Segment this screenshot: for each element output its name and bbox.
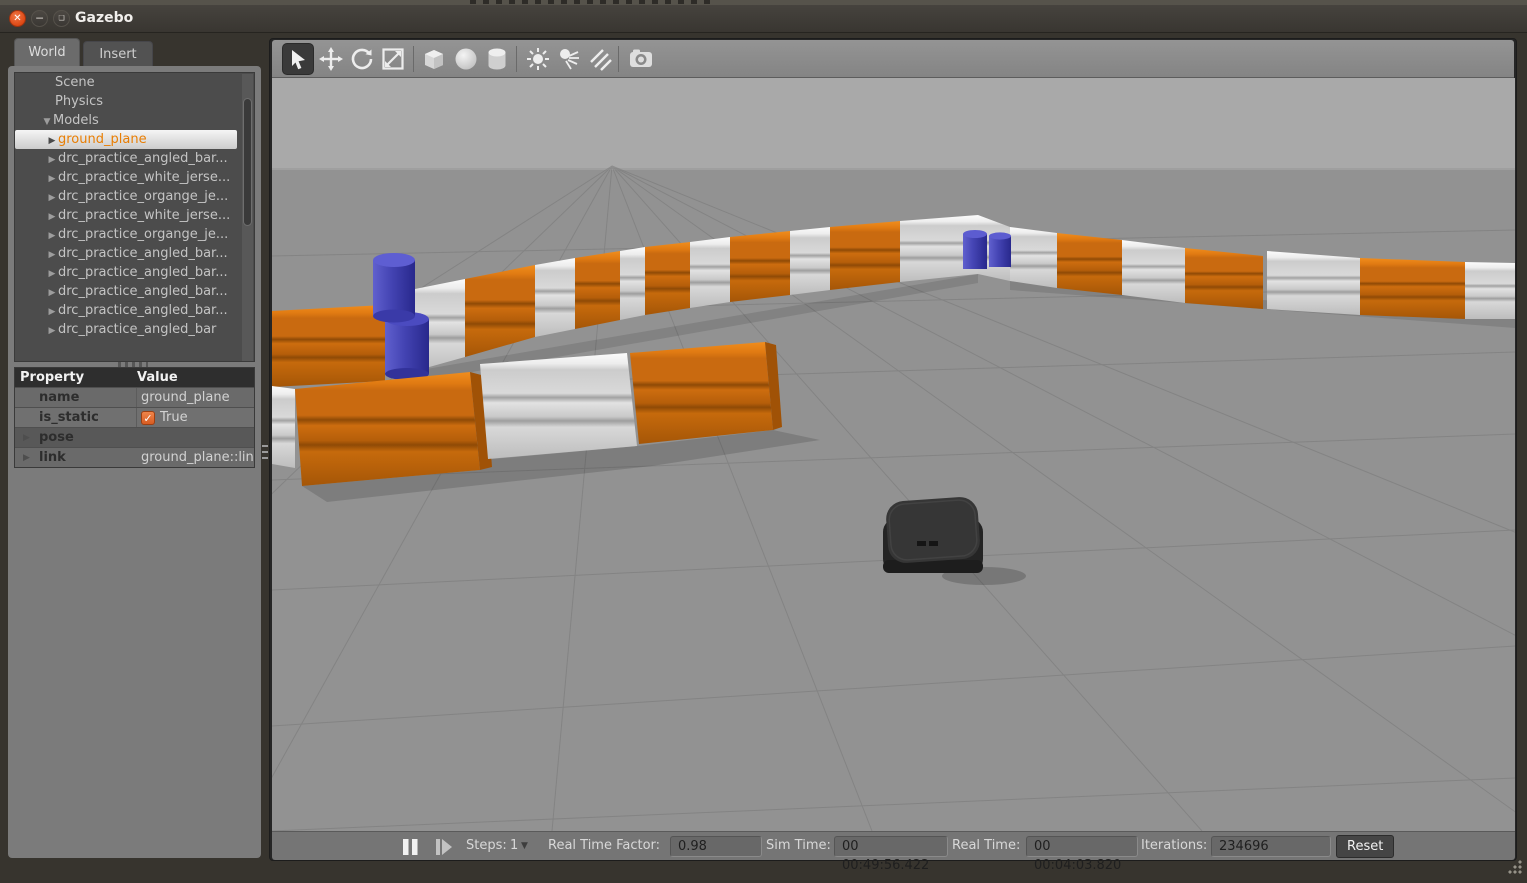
real-time-value: 00 00:04:03.820 (1026, 836, 1138, 857)
property-table: Property Value name ground_plane is_stat… (14, 367, 255, 468)
is-static-checkbox[interactable]: ✓ (141, 411, 155, 425)
collapsed-arrow-icon[interactable]: ▶ (46, 322, 58, 341)
toolbar-separator (618, 46, 619, 72)
insert-sphere-button[interactable] (450, 43, 482, 75)
tree-item-models[interactable]: ▼Models (15, 111, 254, 130)
scene-3d (272, 78, 1515, 831)
scale-icon (381, 47, 405, 71)
window-resize-grip[interactable] (1504, 856, 1524, 876)
steps-label: Steps: (466, 838, 507, 853)
iterations-label: Iterations: (1141, 838, 1207, 853)
jersey-barrier-left[interactable] (272, 305, 385, 387)
tree-item-ground-plane[interactable]: ▶ground_plane (15, 130, 237, 149)
sphere-icon (453, 46, 479, 72)
cylinder-icon (484, 46, 510, 72)
window-title: Gazebo (75, 10, 133, 26)
background-window-text-fragment (470, 0, 710, 4)
spot-light-button[interactable] (553, 43, 585, 75)
model-tree: Scene Physics ▼Models ▶ground_plane ▶drc… (14, 72, 255, 362)
left-panel: World Insert Scene Physics ▼Models ▶grou… (8, 66, 261, 858)
scale-tool-button[interactable] (377, 43, 409, 75)
rotate-icon (350, 47, 374, 71)
toolbar-separator (413, 46, 414, 72)
tree-item-scene[interactable]: Scene (15, 73, 254, 92)
title-bar[interactable]: ✕ ─ ❑ Gazebo (0, 5, 1527, 33)
tree-item-model[interactable]: ▶drc_practice_angled_bar... (15, 244, 254, 263)
property-row-is-static: is_static ✓True (15, 407, 254, 427)
tree-item-model[interactable]: ▶drc_practice_angled_bar... (15, 263, 254, 282)
gazebo-window: { "titlebar": { "title": "Gazebo" }, "pa… (0, 0, 1527, 883)
property-column-header: Property (15, 368, 137, 387)
view-toolbar (272, 40, 1514, 78)
point-light-button[interactable] (522, 43, 554, 75)
select-arrow-icon (287, 48, 309, 70)
property-row-pose[interactable]: ▶ pose (15, 427, 254, 447)
rotate-tool-button[interactable] (346, 43, 378, 75)
sim-time-label: Sim Time: (766, 838, 831, 853)
pause-button[interactable] (402, 839, 419, 855)
select-tool-button[interactable] (282, 43, 314, 75)
tab-insert[interactable]: Insert (83, 41, 153, 66)
insert-box-button[interactable] (418, 43, 450, 75)
tree-item-model[interactable]: ▶drc_practice_angled_bar (15, 320, 254, 339)
blue-cylinder-pair-distant[interactable] (963, 230, 1011, 269)
rtf-label: Real Time Factor: (548, 838, 660, 853)
screenshot-button[interactable] (625, 43, 657, 75)
point-light-icon (525, 46, 551, 72)
render-canvas[interactable] (272, 78, 1515, 831)
tree-item-model[interactable]: ▶drc_practice_organge_je... (15, 187, 254, 206)
camera-icon (628, 46, 654, 72)
tree-item-physics[interactable]: Physics (15, 92, 254, 111)
reset-button[interactable]: Reset (1336, 835, 1394, 858)
directional-light-button[interactable] (584, 43, 616, 75)
step-button[interactable] (436, 839, 454, 855)
rtf-value: 0.98 (670, 836, 762, 857)
collapsed-arrow-icon[interactable]: ▶ (23, 448, 30, 468)
steps-dropdown-icon[interactable]: ▼ (521, 841, 528, 851)
tree-item-model[interactable]: ▶drc_practice_angled_bar... (15, 149, 254, 168)
simulation-status-bar: Steps: 1 ▼ Real Time Factor: 0.98 Sim Ti… (272, 831, 1515, 860)
collapsed-arrow-icon[interactable]: ▶ (23, 428, 30, 448)
property-row-name: name ground_plane (15, 387, 254, 407)
property-table-header: Property Value (15, 368, 254, 387)
property-row-link[interactable]: ▶ link ground_plane::link (15, 447, 254, 467)
real-time-label: Real Time: (952, 838, 1020, 853)
tree-item-model[interactable]: ▶drc_practice_angled_bar... (15, 301, 254, 320)
sim-time-value: 00 00:49:56.422 (834, 836, 948, 857)
steps-value[interactable]: 1 (510, 838, 518, 853)
maximize-icon[interactable]: ❑ (53, 10, 70, 27)
tree-item-model[interactable]: ▶drc_practice_angled_bar... (15, 282, 254, 301)
tree-scrollbar-thumb[interactable] (243, 98, 252, 226)
panel-resize-handle[interactable] (261, 443, 269, 463)
insert-cylinder-button[interactable] (481, 43, 513, 75)
translate-icon (319, 47, 343, 71)
sky (272, 78, 1515, 169)
tree-scrollbar[interactable] (242, 74, 253, 362)
directional-light-icon (587, 46, 613, 72)
minimize-icon[interactable]: ─ (31, 10, 48, 27)
value-column-header: Value (137, 368, 178, 387)
render-viewport-frame: Steps: 1 ▼ Real Time Factor: 0.98 Sim Ti… (269, 38, 1517, 861)
translate-tool-button[interactable] (315, 43, 347, 75)
box-icon (421, 46, 447, 72)
tab-world[interactable]: World (14, 38, 80, 66)
tree-item-model[interactable]: ▶drc_practice_white_jerse... (15, 206, 254, 225)
tree-item-model[interactable]: ▶drc_practice_organge_je... (15, 225, 254, 244)
spot-light-icon (556, 46, 582, 72)
close-icon[interactable]: ✕ (9, 10, 26, 27)
tree-item-model[interactable]: ▶drc_practice_white_jerse... (15, 168, 254, 187)
iterations-value: 234696 (1211, 836, 1331, 857)
toolbar-separator (516, 46, 517, 72)
